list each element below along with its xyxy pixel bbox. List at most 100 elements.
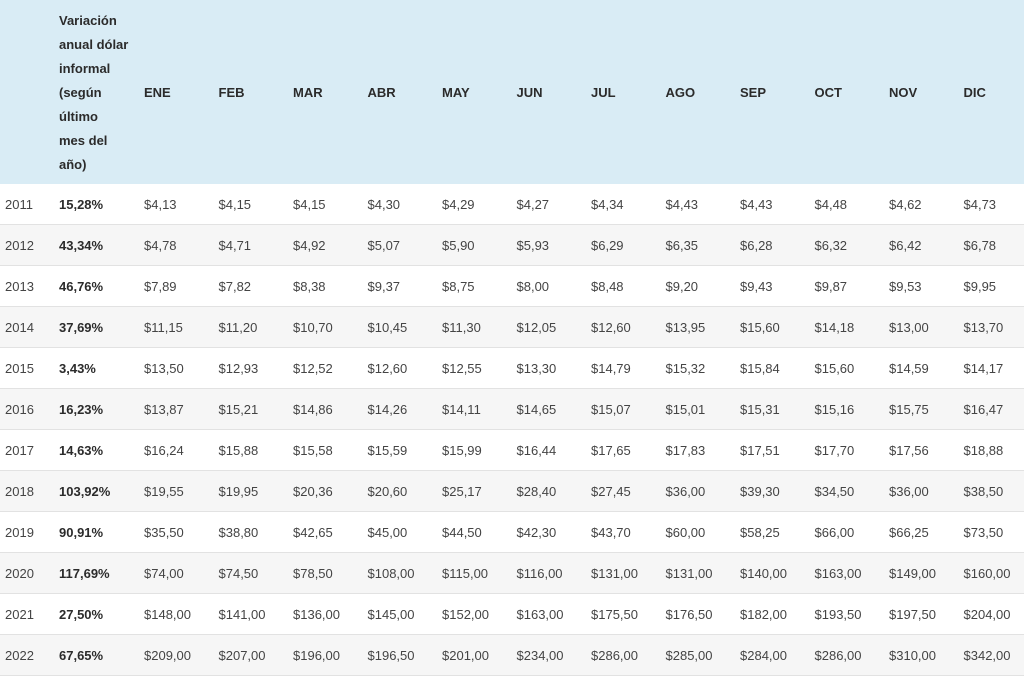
price-cell: $196,50 <box>368 635 443 676</box>
price-cell: $36,00 <box>889 471 964 512</box>
year-cell: 2016 <box>0 389 59 430</box>
price-cell: $28,40 <box>517 471 592 512</box>
price-cell: $4,71 <box>219 225 294 266</box>
price-cell: $6,35 <box>666 225 741 266</box>
price-cell: $13,87 <box>144 389 219 430</box>
month-header-nov: NOV <box>889 0 964 184</box>
price-cell: $285,00 <box>666 635 741 676</box>
variation-cell: 37,69% <box>59 307 144 348</box>
price-cell: $14,65 <box>517 389 592 430</box>
price-cell: $15,16 <box>815 389 890 430</box>
price-cell: $163,00 <box>517 594 592 635</box>
month-header-jun: JUN <box>517 0 592 184</box>
year-cell: 2015 <box>0 348 59 389</box>
table-row: 202127,50%$148,00$141,00$136,00$145,00$1… <box>0 594 1024 635</box>
price-cell: $42,30 <box>517 512 592 553</box>
price-cell: $11,20 <box>219 307 294 348</box>
price-cell: $15,99 <box>442 430 517 471</box>
price-cell: $140,00 <box>740 553 815 594</box>
price-cell: $15,60 <box>815 348 890 389</box>
price-cell: $163,00 <box>815 553 890 594</box>
price-cell: $193,50 <box>815 594 890 635</box>
price-cell: $38,80 <box>219 512 294 553</box>
price-cell: $66,25 <box>889 512 964 553</box>
price-cell: $286,00 <box>815 635 890 676</box>
price-cell: $4,48 <box>815 184 890 225</box>
price-cell: $10,45 <box>368 307 443 348</box>
price-cell: $74,50 <box>219 553 294 594</box>
year-header <box>0 0 59 184</box>
price-cell: $38,50 <box>964 471 1024 512</box>
table-row: 201346,76%$7,89$7,82$8,38$9,37$8,75$8,00… <box>0 266 1024 307</box>
price-cell: $131,00 <box>666 553 741 594</box>
table-row: 201990,91%$35,50$38,80$42,65$45,00$44,50… <box>0 512 1024 553</box>
price-cell: $108,00 <box>368 553 443 594</box>
variation-cell: 16,23% <box>59 389 144 430</box>
price-cell: $196,00 <box>293 635 368 676</box>
price-cell: $17,56 <box>889 430 964 471</box>
price-cell: $12,93 <box>219 348 294 389</box>
year-cell: 2012 <box>0 225 59 266</box>
price-cell: $15,84 <box>740 348 815 389</box>
price-cell: $14,26 <box>368 389 443 430</box>
price-cell: $13,95 <box>666 307 741 348</box>
price-cell: $14,59 <box>889 348 964 389</box>
price-cell: $78,50 <box>293 553 368 594</box>
price-cell: $12,05 <box>517 307 592 348</box>
price-cell: $15,07 <box>591 389 666 430</box>
price-cell: $148,00 <box>144 594 219 635</box>
table-row: 20153,43%$13,50$12,93$12,52$12,60$12,55$… <box>0 348 1024 389</box>
price-cell: $20,60 <box>368 471 443 512</box>
price-cell: $14,86 <box>293 389 368 430</box>
price-cell: $8,48 <box>591 266 666 307</box>
table-row: 2018103,92%$19,55$19,95$20,36$20,60$25,1… <box>0 471 1024 512</box>
price-cell: $44,50 <box>442 512 517 553</box>
price-cell: $5,07 <box>368 225 443 266</box>
price-cell: $66,00 <box>815 512 890 553</box>
variation-header-line: mes del <box>59 129 144 153</box>
price-cell: $284,00 <box>740 635 815 676</box>
table-row: 201714,63%$16,24$15,88$15,58$15,59$15,99… <box>0 430 1024 471</box>
price-cell: $204,00 <box>964 594 1024 635</box>
price-cell: $36,00 <box>666 471 741 512</box>
year-cell: 2011 <box>0 184 59 225</box>
year-cell: 2013 <box>0 266 59 307</box>
price-cell: $141,00 <box>219 594 294 635</box>
variation-header-line: Variación <box>59 9 144 33</box>
price-cell: $4,73 <box>964 184 1024 225</box>
price-cell: $16,24 <box>144 430 219 471</box>
year-cell: 2014 <box>0 307 59 348</box>
month-header-feb: FEB <box>219 0 294 184</box>
price-cell: $13,00 <box>889 307 964 348</box>
month-header-dic: DIC <box>964 0 1024 184</box>
price-cell: $18,88 <box>964 430 1024 471</box>
year-cell: 2021 <box>0 594 59 635</box>
price-cell: $9,43 <box>740 266 815 307</box>
header-row: Variaciónanual dólarinformal(segúnúltimo… <box>0 0 1024 184</box>
price-cell: $197,50 <box>889 594 964 635</box>
price-cell: $9,53 <box>889 266 964 307</box>
price-cell: $234,00 <box>517 635 592 676</box>
price-cell: $4,15 <box>293 184 368 225</box>
table-row: 201243,34%$4,78$4,71$4,92$5,07$5,90$5,93… <box>0 225 1024 266</box>
price-cell: $25,17 <box>442 471 517 512</box>
price-cell: $6,28 <box>740 225 815 266</box>
variation-header-line: año) <box>59 153 144 177</box>
price-cell: $15,32 <box>666 348 741 389</box>
price-cell: $15,59 <box>368 430 443 471</box>
month-header-sep: SEP <box>740 0 815 184</box>
price-cell: $207,00 <box>219 635 294 676</box>
price-cell: $15,21 <box>219 389 294 430</box>
year-cell: 2019 <box>0 512 59 553</box>
price-cell: $12,52 <box>293 348 368 389</box>
variation-cell: 117,69% <box>59 553 144 594</box>
variation-header-line: (según <box>59 81 144 105</box>
dollar-variation-table: Variaciónanual dólarinformal(segúnúltimo… <box>0 0 1024 676</box>
price-cell: $35,50 <box>144 512 219 553</box>
price-cell: $74,00 <box>144 553 219 594</box>
price-cell: $15,88 <box>219 430 294 471</box>
price-cell: $15,60 <box>740 307 815 348</box>
variation-cell: 27,50% <box>59 594 144 635</box>
price-cell: $4,15 <box>219 184 294 225</box>
variation-cell: 14,63% <box>59 430 144 471</box>
